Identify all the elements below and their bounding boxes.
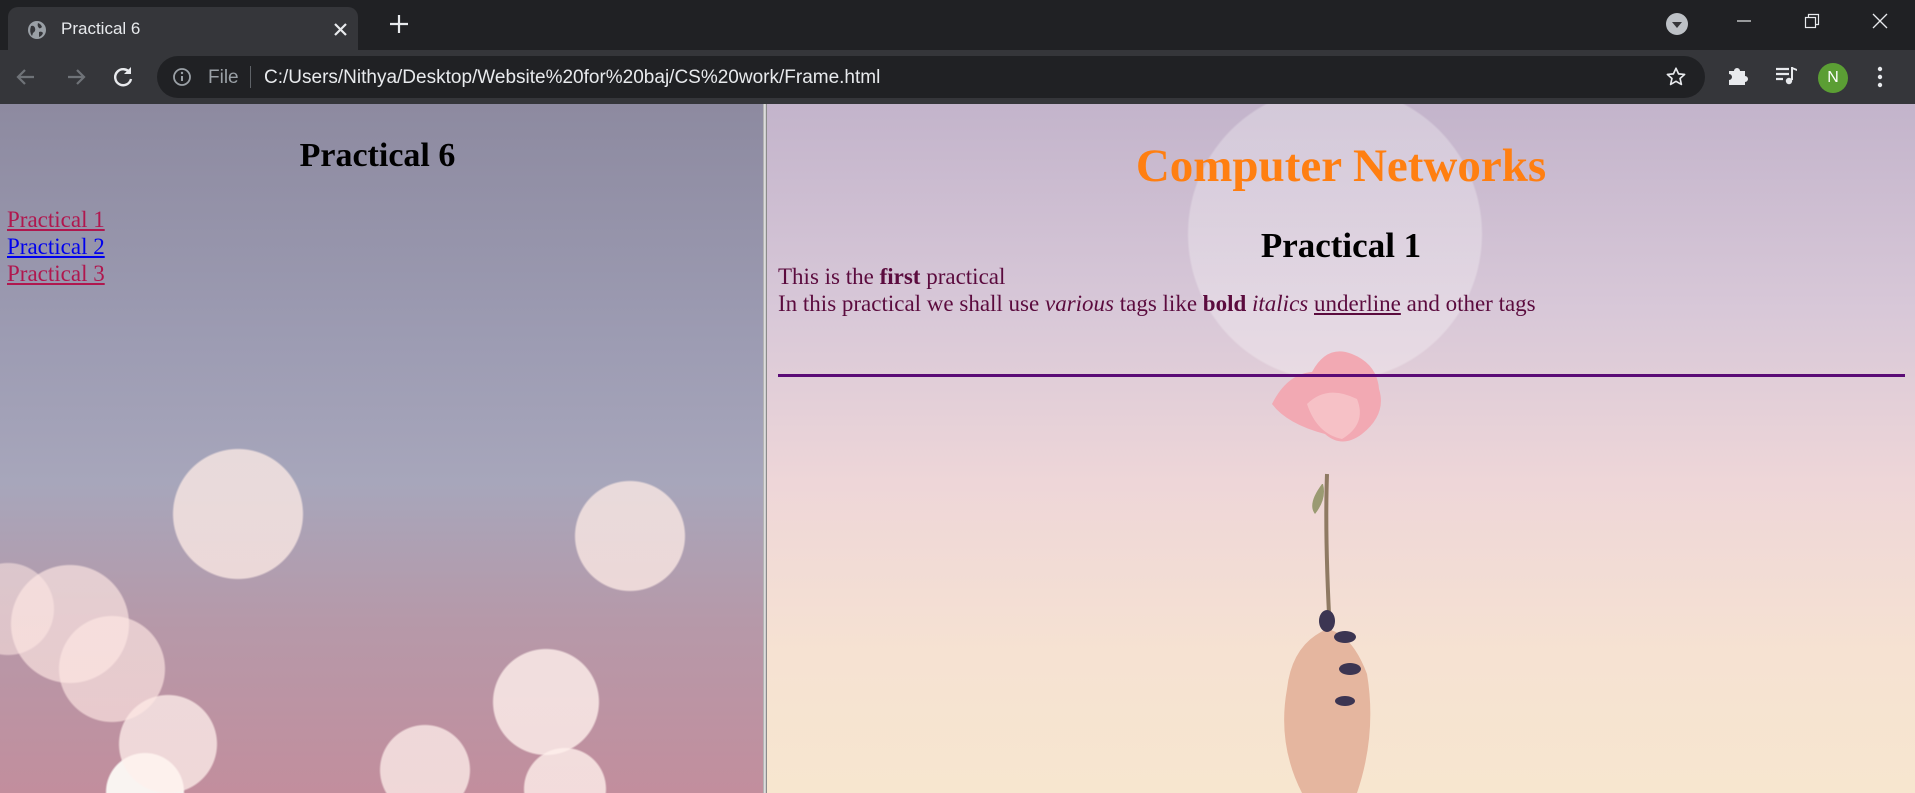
kebab-menu-icon[interactable] (1870, 64, 1890, 90)
left-frame-title: Practical 6 (299, 137, 456, 174)
italic-word: italics (1252, 291, 1309, 316)
title-bar: Practical 6 (0, 0, 1915, 50)
horizontal-rule (778, 374, 1905, 377)
right-frame-title: Computer Networks (1135, 140, 1547, 192)
restore-icon (1804, 13, 1820, 29)
url-text[interactable]: C:/Users/Nithya/Desktop/Website%20for%20… (264, 67, 880, 89)
extensions-icon[interactable] (1725, 63, 1751, 89)
omnibox-divider (250, 66, 251, 88)
plus-icon[interactable] (388, 13, 410, 35)
intro-text: This is the (778, 264, 880, 289)
tab-title: Practical 6 (61, 19, 141, 38)
description-line: In this practical we shall use various t… (778, 291, 1536, 317)
media-icon[interactable] (1773, 63, 1799, 89)
profile-dropdown-icon[interactable] (1666, 13, 1688, 35)
intro-line: This is the first practical (778, 264, 1005, 290)
link-practical-1[interactable]: Practical 1 (7, 207, 105, 233)
practical-heading: Practical 1 (1260, 226, 1422, 265)
minimize-button[interactable] (1710, 0, 1778, 42)
reload-icon[interactable] (110, 64, 136, 90)
intro-text: practical (920, 264, 1006, 289)
bold-word: first (879, 264, 921, 289)
window-close-button[interactable] (1846, 0, 1914, 42)
minimize-icon (1737, 20, 1751, 22)
scheme-label: File (208, 67, 239, 88)
link-practical-2[interactable]: Practical 2 (7, 234, 105, 260)
forward-icon[interactable] (63, 64, 89, 90)
close-icon[interactable] (332, 21, 349, 38)
description-text: tags like (1113, 291, 1203, 316)
underlined-word: underline (1314, 291, 1401, 316)
star-icon[interactable] (1665, 66, 1687, 88)
browser-toolbar: File C:/Users/Nithya/Desktop/Website%20f… (0, 50, 1915, 104)
link-practical-3[interactable]: Practical 3 (7, 261, 105, 287)
address-bar[interactable]: File C:/Users/Nithya/Desktop/Website%20f… (157, 56, 1705, 98)
restore-button[interactable] (1778, 0, 1846, 42)
description-text: and other tags (1400, 291, 1536, 316)
info-icon[interactable] (172, 67, 192, 87)
globe-icon (28, 21, 46, 39)
back-icon[interactable] (13, 64, 39, 90)
browser-tab[interactable]: Practical 6 (8, 7, 358, 50)
page-viewport: Practical 6 Practical 1 Practical 2 Prac… (0, 104, 1915, 793)
right-frame: Computer Networks Practical 1 This is th… (767, 104, 1915, 793)
bold-word: bold (1202, 291, 1247, 316)
flower-background-image (1272, 351, 1381, 793)
italic-word: various (1044, 291, 1114, 316)
window-close-icon (1872, 13, 1888, 29)
avatar[interactable]: N (1818, 63, 1848, 93)
description-text: In this practical we shall use (778, 291, 1045, 316)
left-frame: Practical 6 Practical 1 Practical 2 Prac… (0, 104, 763, 793)
